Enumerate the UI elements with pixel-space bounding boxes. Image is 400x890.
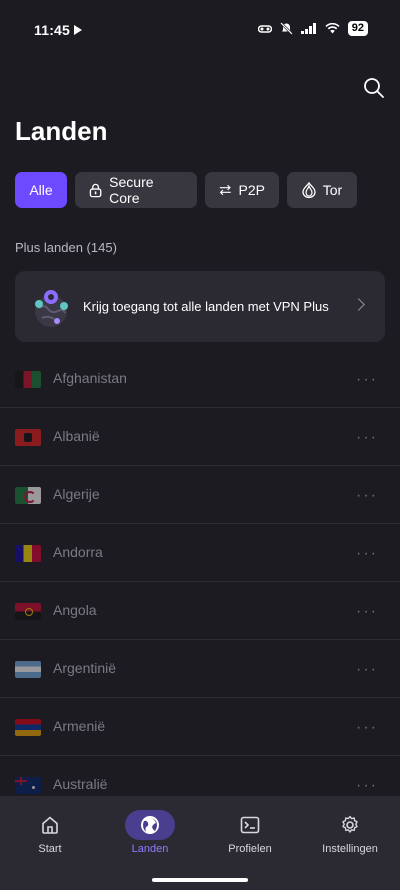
tab-landen[interactable]: Landen [100,796,200,890]
globe-pins-icon [35,290,68,327]
flag-andorra-icon [15,545,41,562]
flag-argentina-icon [15,661,41,678]
home-icon [42,816,58,834]
status-bar: 11:45 92 [0,0,400,60]
chip-label: P2P [238,182,265,198]
tab-profielen[interactable]: Profielen [200,796,300,890]
filter-secure-core-chip[interactable]: Secure Core [75,172,197,208]
more-options-button[interactable]: ··· [356,487,378,505]
section-label: Plus landen (145) [15,240,117,255]
filter-all-chip[interactable]: Alle [15,172,67,208]
country-row-albania[interactable]: Albanië ··· [0,408,400,466]
chip-label: Tor [322,182,343,198]
onion-icon [302,182,316,198]
chevron-right-icon [352,298,365,311]
flag-armenia-icon [15,719,41,736]
country-row-andorra[interactable]: Andorra ··· [0,524,400,582]
tab-instellingen[interactable]: Instellingen [300,796,400,890]
country-name: Australië [53,776,108,792]
flag-algeria-icon [15,487,41,504]
tab-label: Start [38,843,62,855]
terminal-profile-icon [240,816,260,834]
flag-albania-icon [15,429,41,446]
country-name: Angola [53,602,97,618]
arrows-swap-icon [219,184,231,196]
more-options-button[interactable]: ··· [356,429,378,447]
country-row-argentina[interactable]: Argentinië ··· [0,640,400,698]
search-button[interactable] [362,76,386,100]
page-title: Landen [15,116,108,146]
tab-icon-wrap [125,810,175,840]
country-name: Afghanistan [53,370,127,386]
tab-label: Profielen [228,843,272,855]
status-time: 11:45 [34,22,71,38]
chip-label: Alle [29,182,53,198]
more-options-button[interactable]: ··· [356,777,378,795]
bottom-tab-bar: Start Landen Profielen Instellingen [0,796,400,890]
battery-level: 92 [347,21,368,36]
signal-icon [300,23,316,34]
country-name: Armenië [53,718,106,734]
globe-icon [141,816,159,834]
play-indicator-icon [74,25,82,35]
filter-p2p-chip[interactable]: P2P [205,172,279,208]
tab-icon-wrap [325,810,375,840]
more-options-button[interactable]: ··· [356,371,378,389]
tab-start[interactable]: Start [0,796,100,890]
country-name: Andorra [53,544,103,560]
tab-label: Landen [131,843,169,855]
tab-icon-wrap [25,810,75,840]
more-options-button[interactable]: ··· [356,719,378,737]
tab-icon-wrap [225,810,275,840]
status-icons: 92 [257,21,368,36]
country-row-armenia[interactable]: Armenië ··· [0,698,400,756]
home-indicator [152,878,248,882]
tab-label: Instellingen [322,843,378,855]
country-list: Afghanistan ··· Albanië ··· Algerije ···… [0,350,400,814]
wifi-icon [325,23,340,34]
country-name: Albanië [53,428,100,444]
country-name: Algerije [53,486,100,502]
vpn-mask-icon [257,24,272,33]
country-row-algeria[interactable]: Algerije ··· [0,466,400,524]
more-options-button[interactable]: ··· [356,545,378,563]
lock-shield-icon [89,183,102,197]
flag-angola-icon [15,603,41,620]
flag-australia-icon [15,777,41,794]
gear-icon [342,815,358,833]
more-options-button[interactable]: ··· [356,661,378,679]
chip-label: Secure Core [109,174,154,206]
country-row-angola[interactable]: Angola ··· [0,582,400,640]
flag-afghanistan-icon [15,371,41,388]
search-icon [364,78,384,98]
vpn-plus-upsell-banner[interactable]: Krijg toegang tot alle landen met VPN Pl… [15,271,385,342]
upsell-text: Krijg toegang tot alle landen met VPN Pl… [83,299,329,314]
filter-tor-chip[interactable]: Tor [287,172,357,208]
filter-chips: Alle Secure Core P2P Tor [15,172,357,208]
mute-bell-icon [279,22,293,35]
country-name: Argentinië [53,660,117,676]
more-options-button[interactable]: ··· [356,603,378,621]
country-row-afghanistan[interactable]: Afghanistan ··· [0,350,400,408]
